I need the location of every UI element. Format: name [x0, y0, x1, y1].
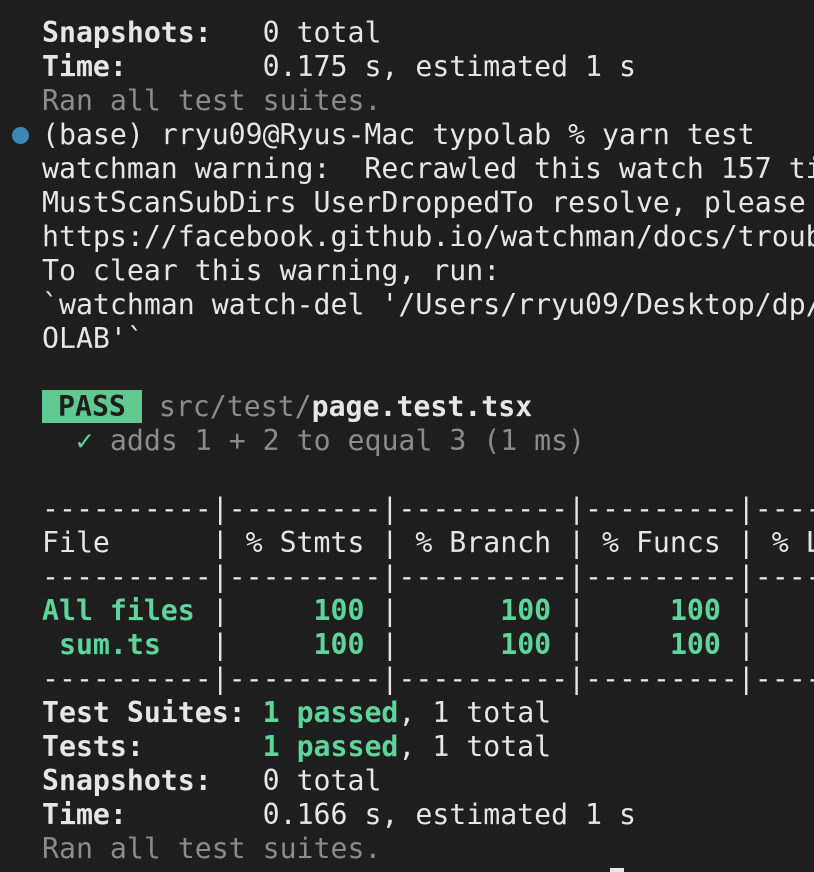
- suites-total: , 1 total: [398, 696, 552, 729]
- coverage-stmts: 100: [313, 594, 365, 627]
- test-path-file: page.test.tsx: [311, 390, 533, 423]
- watchman-url[interactable]: https://facebook.github.io/watchman/docs…: [0, 220, 814, 254]
- coverage-separator: ----------|---------|----------|--------…: [42, 560, 814, 593]
- test-case-name: adds 1 + 2 to equal 3 (1 ms): [109, 424, 586, 457]
- terminal-cursor[interactable]: [610, 868, 624, 872]
- coverage-file: sum.ts: [42, 628, 161, 661]
- snapshots-label: Snapshots:: [42, 16, 212, 49]
- summary-time-line: Time: 0.166 s, estimated 1 s: [0, 798, 814, 832]
- time-label: Time:: [42, 50, 127, 83]
- prompt-text: (base) rryu09@Ryus-Mac typolab % yarn te…: [42, 118, 755, 151]
- test-file-line: PASS src/test/page.test.tsx: [0, 390, 814, 424]
- watchman-line-2: MustScanSubDirs UserDroppedTo resolve, p…: [42, 186, 806, 219]
- watchman-line-6: OLAB'`: [42, 322, 144, 355]
- coverage-stmts: 100: [313, 628, 365, 661]
- pass-badge: PASS: [42, 390, 142, 423]
- snapshots-value: 0 total: [262, 764, 382, 797]
- coverage-header: File | % Stmts | % Branch | % Funcs | % …: [42, 526, 814, 559]
- suites-passed: 1 passed: [262, 696, 399, 729]
- tests-passed: 1 passed: [262, 730, 399, 763]
- test-case-line: ✓ adds 1 + 2 to equal 3 (1 ms): [0, 424, 814, 458]
- suites-label: Test Suites:: [42, 696, 246, 729]
- terminal-output[interactable]: Snapshots: 0 total Time: 0.175 s, estima…: [0, 16, 814, 872]
- time-label: Time:: [42, 798, 127, 831]
- prompt-line-partial: [0, 866, 814, 872]
- coverage-file: All files: [42, 594, 195, 627]
- watchman-line-4: To clear this warning, run:: [42, 254, 501, 287]
- coverage-branch: 100: [500, 628, 552, 661]
- coverage-funcs: 100: [669, 628, 721, 661]
- prompt-marker-icon[interactable]: [12, 127, 29, 144]
- ran-all-line: Ran all test suites.: [42, 832, 382, 865]
- time-value: 0.175 s, estimated 1 s: [262, 50, 636, 83]
- tests-total: , 1 total: [398, 730, 552, 763]
- tests-label: Tests:: [42, 730, 144, 763]
- snapshots-label: Snapshots:: [42, 764, 212, 797]
- watchman-line-5: `watchman watch-del '/Users/rryu09/Deskt…: [42, 288, 814, 321]
- ran-all-line: Ran all test suites.: [42, 84, 382, 117]
- time-value: 0.166 s, estimated 1 s: [262, 798, 636, 831]
- coverage-separator: ----------|---------|----------|--------…: [42, 662, 814, 695]
- test-path-dir: src/test/: [158, 390, 312, 423]
- summary-snapshots-line: Snapshots: 0 total: [0, 764, 814, 798]
- coverage-row: All files | 100 | 100 | 100 |: [42, 594, 814, 627]
- suites-line: Test Suites: 1 passed, 1 total: [0, 696, 814, 730]
- prompt-line: (base) rryu09@Ryus-Mac typolab % yarn te…: [0, 118, 814, 152]
- coverage-branch: 100: [500, 594, 552, 627]
- snapshots-value: 0 total: [262, 16, 382, 49]
- coverage-funcs: 100: [669, 594, 721, 627]
- check-icon: ✓: [75, 424, 93, 457]
- summary-snapshots-line: Snapshots: 0 total: [0, 16, 814, 50]
- summary-time-line: Time: 0.175 s, estimated 1 s: [0, 50, 814, 84]
- coverage-separator: ----------|---------|----------|--------…: [42, 492, 814, 525]
- coverage-row: sum.ts | 100 | 100 | 100 |: [42, 628, 814, 661]
- tests-line: Tests: 1 passed, 1 total: [0, 730, 814, 764]
- watchman-line-1: watchman warning: Recrawled this watch 1…: [42, 152, 814, 185]
